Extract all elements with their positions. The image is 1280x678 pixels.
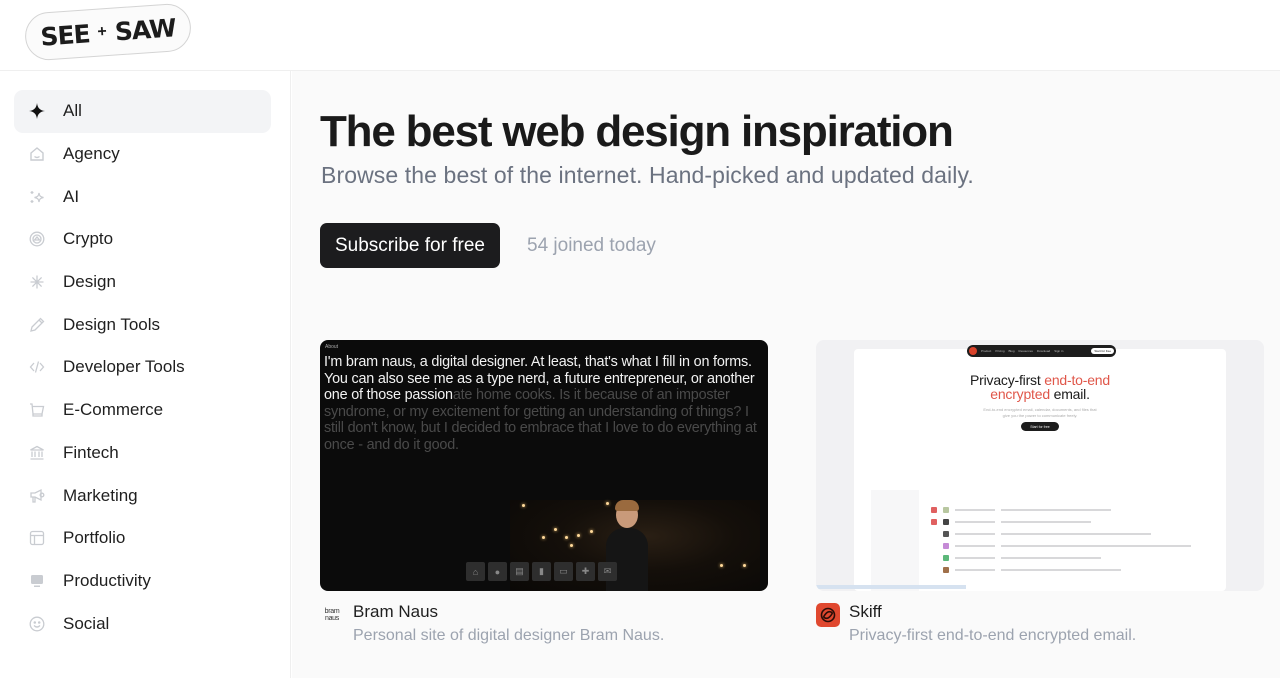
page-subtitle: Browse the best of the internet. Hand-pi… (321, 162, 974, 188)
main-content: The best web design inspiration Browse t… (292, 71, 1280, 678)
card-meta: Skiff Privacy-first end-to-end encrypted… (816, 601, 1264, 646)
sidebar-item-developer-tools[interactable]: Developer Tools (14, 346, 271, 389)
page-title: The best web design inspiration (320, 107, 954, 156)
mail-icon: ✉ (598, 562, 617, 581)
house-icon (28, 145, 46, 163)
thumb-about-label: About (325, 344, 339, 350)
card-title[interactable]: Bram Naus (353, 601, 664, 623)
camera-icon: ▭ (554, 562, 573, 581)
logo-plus-icon: + (96, 23, 108, 41)
book-icon: ▮ (532, 562, 551, 581)
subscribe-button[interactable]: Subscribe for free (320, 223, 500, 268)
category-sidebar: All Agency AI Crypto Design Design Tools (0, 71, 291, 678)
sidebar-item-label: Design Tools (63, 314, 161, 334)
headline-part: email. (1049, 386, 1090, 402)
coin-icon (28, 230, 46, 248)
logo-word-see: SEE (39, 18, 91, 52)
thumb-statusbar (816, 585, 966, 589)
sidebar-item-label: AI (63, 186, 80, 206)
cart-icon (28, 401, 46, 419)
card-title[interactable]: Skiff (849, 601, 1136, 623)
card-description: Personal site of digital designer Bram N… (353, 627, 665, 644)
sidebar-item-e-commerce[interactable]: E-Commerce (14, 389, 271, 432)
bank-icon (28, 444, 46, 462)
user-icon: ● (488, 562, 507, 581)
skiff-nav-item: Resources (1018, 349, 1033, 353)
asterisk-icon (28, 273, 46, 291)
sidebar-item-label: All (63, 101, 82, 121)
skiff-nav-item: Sign in (1054, 349, 1064, 353)
sidebar-item-marketing[interactable]: Marketing (14, 474, 271, 517)
favicon-text: naus (325, 615, 339, 622)
thumb-about-text: I'm bram naus, a digital designer. At le… (324, 354, 764, 453)
skiff-nav-item: Download (1036, 349, 1051, 353)
skiff-nav-item: Pricing (995, 349, 1005, 353)
sidebar-item-fintech[interactable]: Fintech (14, 432, 271, 475)
code-icon (28, 358, 46, 376)
sidebar-item-label: Portfolio (63, 528, 126, 548)
sidebar-item-crypto[interactable]: Crypto (14, 218, 271, 261)
skiff-subcopy: End-to-end encrypted email, calendar, do… (983, 407, 1097, 418)
skiff-app-preview (871, 450, 1211, 591)
sidebar-item-label: Social (63, 613, 110, 633)
card-description: Privacy-first end-to-end encrypted email… (849, 627, 1137, 644)
skiff-nav: Product Pricing Blog Resources Download … (967, 345, 1116, 357)
sidebar-item-social[interactable]: Social (14, 602, 271, 645)
site-card[interactable]: Product Pricing Blog Resources Download … (816, 340, 1264, 646)
sidebar-item-label: Fintech (63, 442, 119, 462)
megaphone-icon (28, 487, 46, 505)
home-icon: ⌂ (466, 562, 485, 581)
pencil-icon (28, 316, 46, 334)
skiff-nav-item: Product (981, 349, 992, 353)
seesaw-logo[interactable]: SEE + SAW (23, 2, 193, 62)
monitor-icon (28, 572, 46, 590)
sidebar-item-label: Crypto (63, 229, 114, 249)
skiff-logo-icon (969, 347, 977, 355)
skiff-app-sidebar (871, 490, 919, 591)
skiff-start-button: Start for free (1021, 422, 1059, 431)
card-meta: bram naus Bram Naus Personal site of dig… (320, 601, 768, 646)
sidebar-item-label: Productivity (63, 570, 151, 590)
sidebar-item-label: Design (63, 272, 116, 292)
sidebar-item-agency[interactable]: Agency (14, 133, 271, 176)
skiff-favicon (816, 603, 840, 627)
bram-naus-favicon: bram naus (320, 603, 344, 627)
gamepad-icon: ✚ (576, 562, 595, 581)
logo-word-saw: SAW (113, 12, 177, 46)
skiff-headline: Privacy-first end-to-end encrypted email… (816, 373, 1264, 401)
sidebar-item-label: E-Commerce (63, 400, 164, 420)
sidebar-item-portfolio[interactable]: Portfolio (14, 517, 271, 560)
skiff-nav-cta: Start for free (1091, 348, 1114, 354)
site-thumbnail[interactable]: About I'm bram naus, a digital designer.… (320, 340, 768, 591)
sidebar-item-all[interactable]: All (14, 90, 271, 133)
box-icon: ▤ (510, 562, 529, 581)
sidebar-item-label: Marketing (63, 485, 138, 505)
sparkle-icon (28, 102, 46, 120)
sidebar-item-design-tools[interactable]: Design Tools (14, 303, 271, 346)
sidebar-item-label: Developer Tools (63, 357, 185, 377)
joined-count: 54 joined today (527, 235, 656, 256)
sidebar-item-productivity[interactable]: Productivity (14, 560, 271, 603)
site-thumbnail[interactable]: Product Pricing Blog Resources Download … (816, 340, 1264, 591)
headline-accent: encrypted (990, 386, 1050, 402)
ai-sparkles-icon (28, 188, 46, 206)
smiley-icon (28, 615, 46, 633)
skiff-nav-item: Blog (1008, 349, 1015, 353)
sidebar-item-ai[interactable]: AI (14, 175, 271, 218)
thumb-dock: ⌂ ● ▤ ▮ ▭ ✚ ✉ (466, 562, 617, 581)
sidebar-item-label: Agency (63, 144, 120, 164)
layout-icon (28, 529, 46, 547)
favicon-text: bram (324, 608, 340, 615)
sidebar-item-design[interactable]: Design (14, 261, 271, 304)
site-card[interactable]: About I'm bram naus, a digital designer.… (320, 340, 768, 646)
site-header: SEE + SAW (0, 0, 1280, 71)
